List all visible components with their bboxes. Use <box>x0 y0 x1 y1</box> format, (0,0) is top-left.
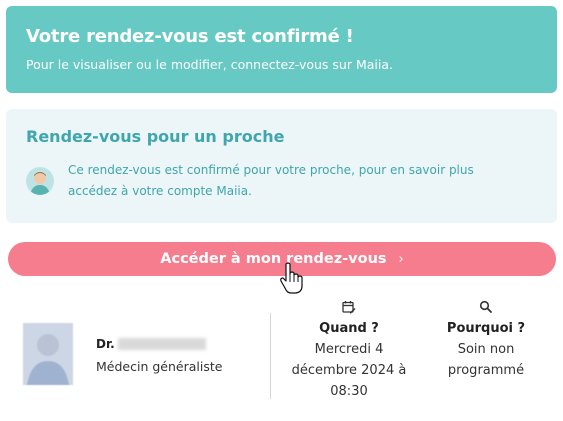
doctor-specialty: Médecin généraliste <box>96 359 223 374</box>
when-label: Quand ? <box>319 321 379 336</box>
access-appointment-label: Accéder à mon rendez-vous <box>160 251 387 267</box>
divider <box>270 313 271 399</box>
when-time: 08:30 <box>330 384 368 399</box>
relative-card-title: Rendez-vous pour un proche <box>26 127 285 146</box>
search-icon <box>479 300 492 313</box>
relative-appointment-card: Rendez-vous pour un proche Ce rendez-vou… <box>6 109 557 223</box>
confirmation-banner: Votre rendez-vous est confirmé ! Pour le… <box>6 6 557 93</box>
why-label: Pourquoi ? <box>446 321 526 336</box>
confirmation-subtitle: Pour le visualiser ou le modifier, conne… <box>26 57 393 72</box>
relative-text-line: Ce rendez-vous est confirmé pour votre p… <box>68 163 474 177</box>
hand-pointer-cursor-icon <box>280 262 303 294</box>
doctor-photo <box>23 323 73 385</box>
relative-card-text: Ce rendez-vous est confirmé pour votre p… <box>68 160 474 202</box>
when-date-line: décembre 2024 à <box>291 363 407 378</box>
confirmation-title: Votre rendez-vous est confirmé ! <box>26 26 354 47</box>
why-reason-line: Soin non <box>457 342 515 357</box>
appointment-when: Quand ? Mercredi 4 décembre 2024 à 08:30 <box>282 300 416 402</box>
why-reason-line: programmé <box>447 363 525 378</box>
doctor-name: Dr. <box>96 337 206 351</box>
relative-avatar-icon <box>26 167 54 195</box>
appointment-why: Pourquoi ? Soin non programmé <box>436 300 536 381</box>
relative-text-line: accédez à votre compte Maiia. <box>68 184 252 198</box>
when-date-line: Mercredi 4 <box>314 342 384 357</box>
doctor-prefix: Dr. <box>96 337 115 351</box>
chevron-right-icon: › <box>398 251 404 267</box>
doctor-name-redacted <box>117 338 206 350</box>
calendar-edit-icon <box>342 301 356 314</box>
